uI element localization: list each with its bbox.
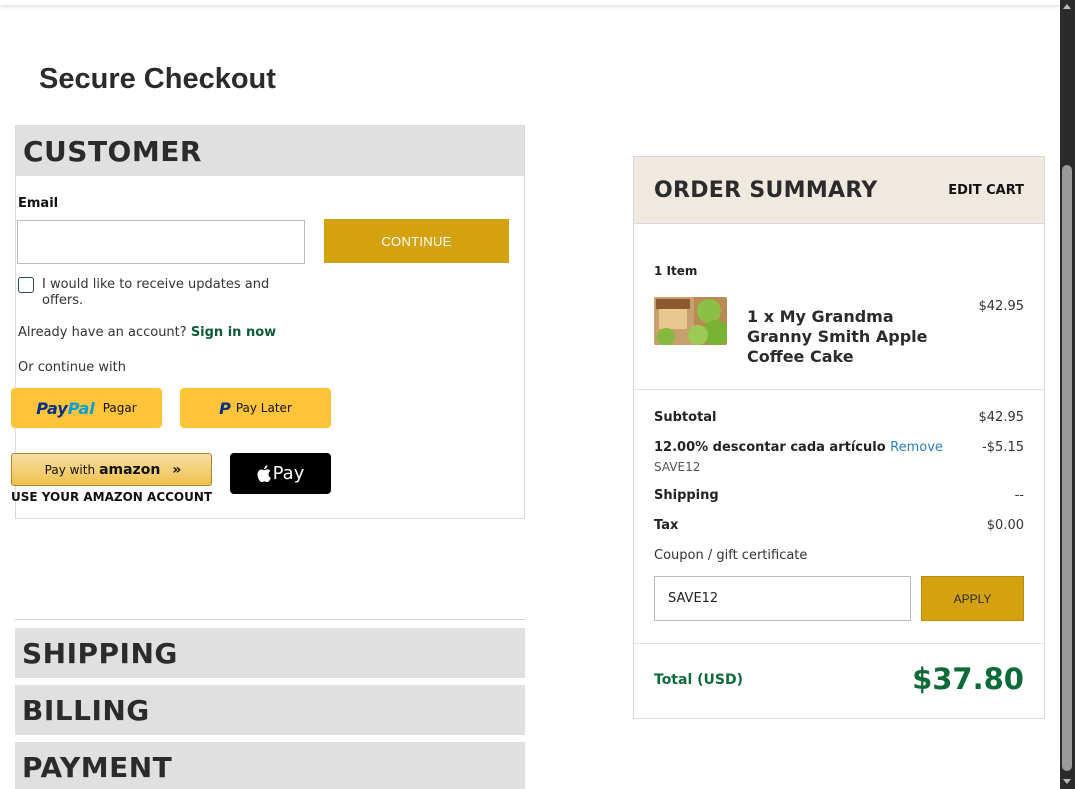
paypal-icon: P xyxy=(219,398,231,418)
paypal-button-label: Pagar xyxy=(102,401,137,415)
summary-divider xyxy=(634,643,1044,644)
product-name: 1 x My Grandma Granny Smith Apple Coffee… xyxy=(747,307,928,366)
amazon-caption: USE YOUR AMAZON ACCOUNT xyxy=(11,490,213,504)
account-prompt: Already have an account? Sign in now xyxy=(18,325,276,340)
subtotal-value: $42.95 xyxy=(978,410,1025,425)
subtotal-label: Subtotal xyxy=(654,410,717,425)
continue-button[interactable]: CONTINUE xyxy=(324,219,509,263)
email-label: Email xyxy=(18,196,59,211)
sign-in-link[interactable]: Sign in now xyxy=(191,325,276,340)
coupon-label: Coupon / gift certificate xyxy=(654,548,808,563)
paypal-logo: PayPal xyxy=(36,399,94,418)
total-label: Total (USD) xyxy=(654,672,743,688)
apple-pay-label: Pay xyxy=(272,463,305,484)
top-header-strip xyxy=(0,0,1060,5)
paypal-button[interactable]: PayPal Pagar xyxy=(11,388,162,428)
updates-checkbox[interactable] xyxy=(18,277,34,293)
paypal-logo-pal: Pal xyxy=(67,398,95,418)
scroll-down-icon[interactable] xyxy=(1063,779,1071,784)
tax-value: $0.00 xyxy=(986,518,1024,533)
order-summary: ORDER SUMMARY EDIT CART 1 Item 1 x My Gr… xyxy=(633,156,1045,719)
amazon-pay-prefix: Pay with xyxy=(44,462,96,477)
apple-pay-button[interactable]: Pay xyxy=(230,453,331,494)
paylater-label: Pay Later xyxy=(235,401,292,415)
apple-icon xyxy=(257,465,271,482)
or-continue-label: Or continue with xyxy=(18,360,126,375)
coupon-input[interactable]: SAVE12 xyxy=(654,576,911,621)
updates-checkbox-label: I would like to receive updates and offe… xyxy=(42,277,270,308)
edit-cart-link[interactable]: EDIT CART xyxy=(948,183,1024,198)
item-count: 1 Item xyxy=(654,264,698,278)
scrollbar-thumb[interactable] xyxy=(1062,165,1072,771)
product-price: $42.95 xyxy=(978,299,1025,314)
order-summary-title: ORDER SUMMARY xyxy=(654,177,878,203)
shipping-section-header[interactable]: SHIPPING xyxy=(15,628,525,678)
apply-coupon-button[interactable]: APPLY xyxy=(921,576,1024,621)
shipping-label: Shipping xyxy=(654,488,719,503)
summary-divider xyxy=(634,389,1044,390)
paypal-logo-pay: Pay xyxy=(36,398,68,418)
tax-label: Tax xyxy=(654,518,679,533)
discount-value: -$5.15 xyxy=(982,440,1024,455)
remove-discount-link[interactable]: Remove xyxy=(890,440,943,455)
section-divider xyxy=(15,619,525,620)
billing-section-header[interactable]: BILLING xyxy=(15,685,525,735)
total-value: $37.80 xyxy=(912,662,1024,696)
shipping-value: -- xyxy=(1014,488,1024,503)
amazon-logo: amazon xyxy=(99,461,161,478)
payment-section-header[interactable]: PAYMENT xyxy=(15,742,525,789)
account-prompt-text: Already have an account? xyxy=(18,325,187,340)
discount-label: 12.00% descontar cada artículo xyxy=(654,440,886,455)
chevron-right-icon: » xyxy=(172,461,181,478)
order-summary-header: ORDER SUMMARY EDIT CART xyxy=(634,157,1044,224)
discount-code: SAVE12 xyxy=(654,460,701,474)
customer-section: CUSTOMER Email CONTINUE I would like to … xyxy=(11,125,525,519)
scroll-up-icon[interactable] xyxy=(1063,4,1071,9)
page-title: Secure Checkout xyxy=(39,63,276,95)
customer-header[interactable]: CUSTOMER xyxy=(16,126,524,176)
discount-row: 12.00% descontar cada artículo Remove xyxy=(654,440,943,455)
amazon-pay-button[interactable]: Pay with amazon » xyxy=(11,453,212,486)
paylater-button[interactable]: P Pay Later xyxy=(180,388,331,428)
product-image xyxy=(654,297,727,345)
email-field[interactable] xyxy=(17,220,305,264)
